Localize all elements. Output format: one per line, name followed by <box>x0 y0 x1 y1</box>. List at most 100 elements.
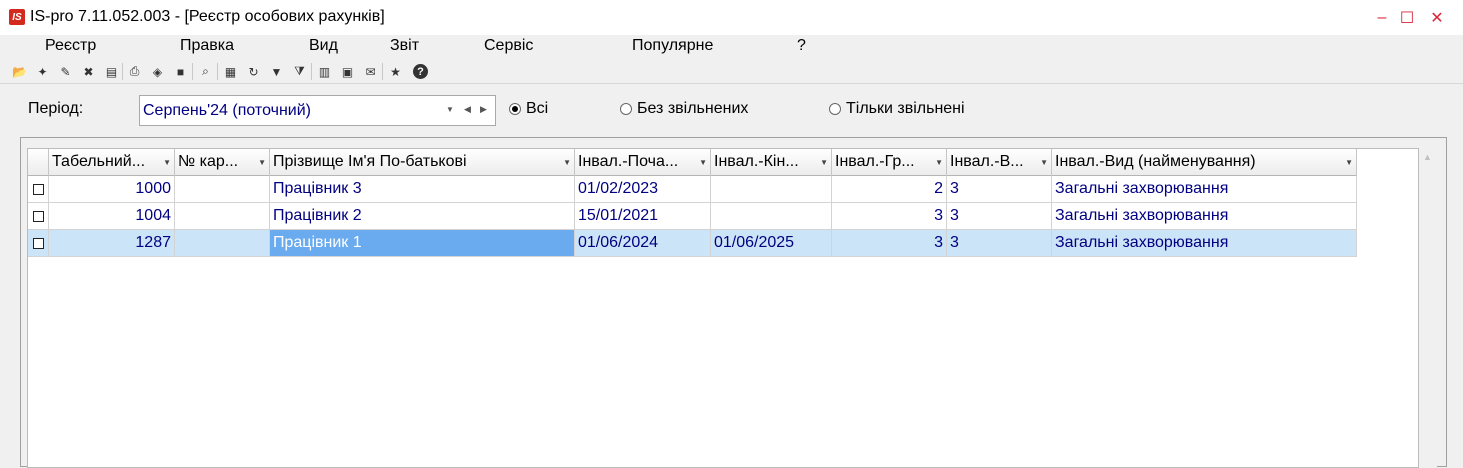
cell-disability-type-name[interactable]: Загальні захворювання <box>1052 176 1357 202</box>
open-icon[interactable]: 📂 <box>10 62 29 81</box>
vertical-scrollbar[interactable]: ▲ <box>1419 148 1437 468</box>
sort-arrow-icon[interactable]: ▼ <box>1345 158 1353 167</box>
sort-arrow-icon[interactable]: ▼ <box>820 158 828 167</box>
cell-disability-start[interactable]: 15/01/2021 <box>575 203 711 229</box>
scroll-up-icon[interactable]: ▲ <box>1423 152 1432 162</box>
toolbar-separator <box>217 63 218 80</box>
cell-full-name[interactable]: Працівник 2 <box>270 203 575 229</box>
sort-arrow-icon[interactable]: ▼ <box>258 158 266 167</box>
close-button[interactable]: ✕ <box>1424 6 1450 30</box>
app-logo-icon: IS <box>9 9 25 25</box>
sort-arrow-icon[interactable]: ▼ <box>699 158 707 167</box>
period-select[interactable]: Серпень'24 (поточний) ▼ ◀ ▶ <box>139 95 496 126</box>
radio-only-dismissed-label: Тільки звільнені <box>846 100 965 117</box>
cell-full-name-focused[interactable]: Працівник 1 <box>270 230 575 256</box>
sort-arrow-icon[interactable]: ▼ <box>563 158 571 167</box>
header-disability-end[interactable]: Інвал.-Кін... ▼ <box>711 149 832 176</box>
table-row-selected[interactable]: 1287 Працівник 1 01/06/2024 01/06/2025 3… <box>28 230 1357 257</box>
radio-checked-icon <box>509 103 521 115</box>
menu-item-edit[interactable]: Правка <box>180 37 234 55</box>
radio-without-dismissed[interactable]: Без звільнених <box>620 100 748 118</box>
radio-unchecked-icon <box>829 103 841 115</box>
document-icon[interactable]: ▣ <box>338 62 357 81</box>
cell-disability-type-code[interactable]: 3 <box>947 203 1052 229</box>
cell-card-number[interactable] <box>175 230 270 256</box>
row-checkbox[interactable] <box>28 203 49 229</box>
new-record-icon[interactable]: ✦ <box>33 62 52 81</box>
menu-item-service[interactable]: Сервіс <box>484 37 533 55</box>
table-row[interactable]: 1004 Працівник 2 15/01/2021 3 3 Загальні… <box>28 203 1357 230</box>
minimize-button[interactable]: – <box>1369 6 1395 30</box>
help-icon[interactable]: ? <box>413 64 428 79</box>
checkbox-icon[interactable] <box>32 237 44 249</box>
cell-disability-type-name[interactable]: Загальні захворювання <box>1052 203 1357 229</box>
checkbox-icon[interactable] <box>32 210 44 222</box>
header-full-name[interactable]: Прізвище Ім'я По-батькові ▼ <box>270 149 575 176</box>
chevron-left-icon[interactable]: ◀ <box>464 104 471 115</box>
package-icon[interactable]: ◈ <box>148 62 167 81</box>
cell-disability-group[interactable]: 3 <box>832 230 947 256</box>
checkbox-icon[interactable] <box>32 183 44 195</box>
header-disability-start[interactable]: Інвал.-Поча... ▼ <box>575 149 711 176</box>
print-icon[interactable]: ⎙ <box>125 62 144 81</box>
radio-without-dismissed-label: Без звільнених <box>637 100 749 117</box>
cell-tab-number[interactable]: 1000 <box>49 176 175 202</box>
sort-arrow-icon[interactable]: ▼ <box>935 158 943 167</box>
cell-disability-type-code[interactable]: 3 <box>947 230 1052 256</box>
delete-record-icon[interactable]: ✖ <box>79 62 98 81</box>
favorite-icon[interactable]: ★ <box>386 62 405 81</box>
cell-disability-group[interactable]: 2 <box>832 176 947 202</box>
cell-tab-number[interactable]: 1287 <box>49 230 175 256</box>
sort-arrow-icon[interactable]: ▼ <box>1040 158 1048 167</box>
header-disability-type-name[interactable]: Інвал.-Вид (найменування) ▼ <box>1052 149 1357 176</box>
cell-tab-number[interactable]: 1004 <box>49 203 175 229</box>
menu-bar: Реєстр Правка Вид Звіт Сервіс Популярне … <box>0 35 1463 60</box>
row-checkbox[interactable] <box>28 176 49 202</box>
header-disability-type-code[interactable]: Інвал.-В... ▼ <box>947 149 1052 176</box>
menu-item-help[interactable]: ? <box>797 37 806 55</box>
toolbar-separator <box>311 63 312 80</box>
cell-disability-group[interactable]: 3 <box>832 203 947 229</box>
mail-icon[interactable]: ✉ <box>361 62 380 81</box>
refresh-icon[interactable]: ↻ <box>244 62 263 81</box>
header-card-number[interactable]: № кар... ▼ <box>175 149 270 176</box>
menu-item-registry[interactable]: Реєстр <box>45 37 96 55</box>
chevron-right-icon[interactable]: ▶ <box>480 104 487 115</box>
cell-disability-type-name[interactable]: Загальні захворювання <box>1052 230 1357 256</box>
edit-record-icon[interactable]: ✎ <box>56 62 75 81</box>
header-disability-group[interactable]: Інвал.-Гр... ▼ <box>832 149 947 176</box>
menu-item-popular[interactable]: Популярне <box>632 37 713 55</box>
menu-item-view[interactable]: Вид <box>309 37 338 55</box>
maximize-button[interactable]: ☐ <box>1394 6 1420 30</box>
cell-disability-end[interactable] <box>711 176 832 202</box>
header-label: Прізвище Ім'я По-батькові <box>273 153 467 170</box>
cell-full-name[interactable]: Працівник 3 <box>270 176 575 202</box>
cell-disability-end[interactable] <box>711 203 832 229</box>
radio-only-dismissed[interactable]: Тільки звільнені <box>829 100 965 118</box>
window-title: IS-pro 7.11.052.003 - [Реєстр особових р… <box>30 8 385 25</box>
header-tab-number[interactable]: Табельний... ▼ <box>49 149 175 176</box>
filter-settings-icon[interactable]: ⧩ <box>290 62 309 81</box>
radio-all[interactable]: Всі <box>509 100 548 118</box>
search-icon[interactable]: ⌕ <box>196 62 215 81</box>
calculator-icon[interactable]: ▤ <box>102 62 121 81</box>
cell-card-number[interactable] <box>175 176 270 202</box>
chart-icon[interactable]: ▥ <box>315 62 334 81</box>
period-value: Серпень'24 (поточний) <box>143 102 311 119</box>
archive-icon[interactable]: ■ <box>171 62 190 81</box>
grid-header: Табельний... ▼ № кар... ▼ Прізвище Ім'я По… <box>28 149 1357 176</box>
toolbar: 📂 ✦ ✎ ✖ ▤ ⎙ ◈ ■ ⌕ ▦ ↻ ▼ ⧩ ▥ ▣ ✉ ★ ? <box>0 60 1463 84</box>
grid-icon[interactable]: ▦ <box>221 62 240 81</box>
menu-item-report[interactable]: Звіт <box>390 37 419 55</box>
cell-card-number[interactable] <box>175 203 270 229</box>
chevron-down-icon[interactable]: ▼ <box>446 105 454 114</box>
cell-disability-start[interactable]: 01/02/2023 <box>575 176 711 202</box>
cell-disability-end[interactable]: 01/06/2025 <box>711 230 832 256</box>
row-checkbox[interactable] <box>28 230 49 256</box>
cell-disability-start[interactable]: 01/06/2024 <box>575 230 711 256</box>
sort-arrow-icon[interactable]: ▼ <box>163 158 171 167</box>
cell-disability-type-code[interactable]: 3 <box>947 176 1052 202</box>
filter-icon[interactable]: ▼ <box>267 62 286 81</box>
toolbar-separator <box>122 63 123 80</box>
table-row[interactable]: 1000 Працівник 3 01/02/2023 2 3 Загальні… <box>28 176 1357 203</box>
